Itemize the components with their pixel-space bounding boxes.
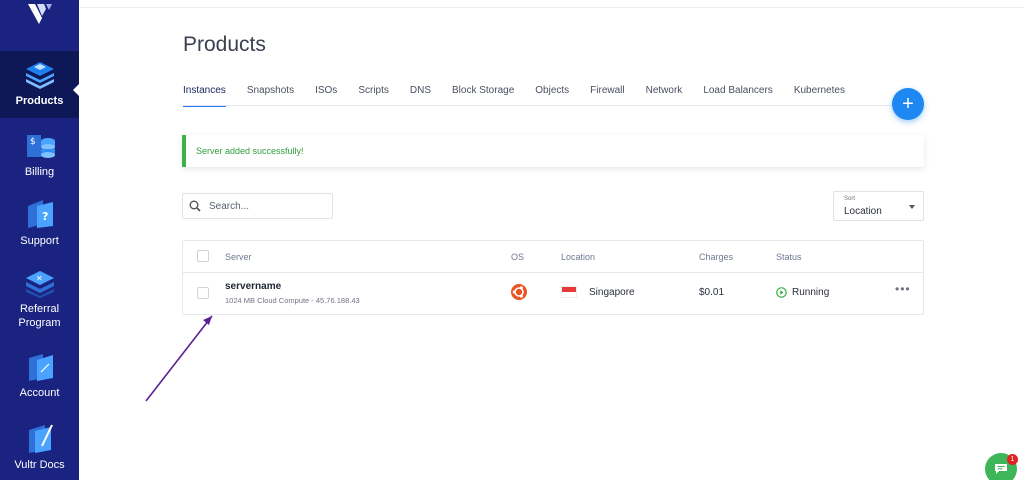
notification-badge: 1 (1007, 454, 1018, 465)
billing-icon: $ (26, 135, 55, 158)
sidebar-item-label: Billing (24, 166, 55, 178)
sort-value: Location (844, 206, 882, 217)
header-status[interactable]: Status (776, 252, 802, 262)
svg-text:$: $ (30, 137, 36, 147)
header-divider (79, 7, 1024, 8)
search-icon (189, 200, 201, 212)
search-input[interactable] (209, 200, 319, 212)
sidebar-item-billing[interactable]: $ Billing (0, 131, 79, 179)
chevron-down-icon (909, 205, 915, 209)
sidebar-item-account[interactable]: Account (0, 352, 79, 400)
page-title: Products (183, 33, 266, 56)
more-options-icon[interactable]: ••• (895, 282, 911, 296)
row-checkbox[interactable] (197, 287, 209, 299)
referral-icon: ✕ (25, 271, 54, 298)
ubuntu-icon (511, 284, 527, 300)
server-charges: $0.01 (699, 287, 725, 298)
sidebar-item-label: Support (20, 235, 59, 247)
header-os[interactable]: OS (511, 252, 524, 262)
singapore-flag-icon (561, 286, 577, 298)
product-tabs: Instances Snapshots ISOs Scripts DNS Blo… (183, 85, 866, 107)
chat-icon (995, 464, 1007, 474)
server-name-link[interactable]: servername (225, 281, 281, 292)
tab-load-balancers[interactable]: Load Balancers (703, 85, 773, 107)
products-icon (25, 62, 54, 89)
table-row[interactable]: servername 1024 MB Cloud Compute - 45.76… (183, 274, 923, 315)
table-header: Server OS Location Charges Status (183, 241, 923, 273)
sort-caption: Sort (844, 196, 856, 202)
sidebar-item-label: Account (19, 387, 60, 399)
success-alert: Server added successfully! (182, 135, 924, 167)
header-charges[interactable]: Charges (699, 252, 733, 262)
alert-message: Server added successfully! (196, 146, 304, 156)
sidebar-item-referral[interactable]: ✕ Referral Program (0, 268, 79, 330)
tab-block-storage[interactable]: Block Storage (452, 85, 514, 107)
select-all-checkbox[interactable] (197, 250, 209, 262)
header-server[interactable]: Server (225, 252, 252, 262)
sidebar-item-docs[interactable]: Vultr Docs (0, 422, 79, 472)
support-icon: ? (27, 200, 53, 228)
tab-network[interactable]: Network (646, 85, 683, 107)
search-box[interactable] (182, 193, 333, 219)
plus-icon: + (902, 92, 914, 115)
tab-snapshots[interactable]: Snapshots (247, 85, 294, 107)
tabs-divider (183, 105, 924, 106)
header-location[interactable]: Location (561, 252, 595, 262)
tab-objects[interactable]: Objects (535, 85, 569, 107)
sort-select[interactable]: Sort Location (833, 191, 924, 221)
running-status-icon (776, 287, 787, 298)
svg-text:✕: ✕ (36, 274, 43, 283)
tab-instances[interactable]: Instances (183, 85, 226, 107)
sidebar-item-label: Referral Program (18, 303, 61, 329)
annotation-arrow (145, 315, 213, 402)
sidebar: Products $ Billing ? Support ✕ Referral … (0, 0, 80, 480)
sidebar-item-label: Products (15, 95, 64, 107)
tab-dns[interactable]: DNS (410, 85, 431, 107)
tab-scripts[interactable]: Scripts (358, 85, 389, 107)
server-status: Running (792, 287, 830, 298)
server-details: 1024 MB Cloud Compute - 45.76.188.43 (225, 296, 360, 305)
active-indicator (73, 83, 80, 97)
sidebar-item-label: Vultr Docs (14, 459, 65, 471)
tab-kubernetes[interactable]: Kubernetes (794, 85, 845, 107)
tab-firewall[interactable]: Firewall (590, 85, 624, 107)
tab-isos[interactable]: ISOs (315, 85, 337, 107)
add-instance-button[interactable]: + (892, 88, 924, 120)
account-icon (28, 354, 53, 381)
sidebar-item-products[interactable]: Products (0, 51, 80, 118)
svg-text:?: ? (42, 210, 48, 223)
vultr-logo[interactable] (0, 0, 79, 40)
instances-table: Server OS Location Charges Status server… (182, 240, 924, 315)
server-location: Singapore (589, 287, 635, 298)
sidebar-item-support[interactable]: ? Support (0, 198, 79, 248)
docs-icon (28, 424, 53, 453)
